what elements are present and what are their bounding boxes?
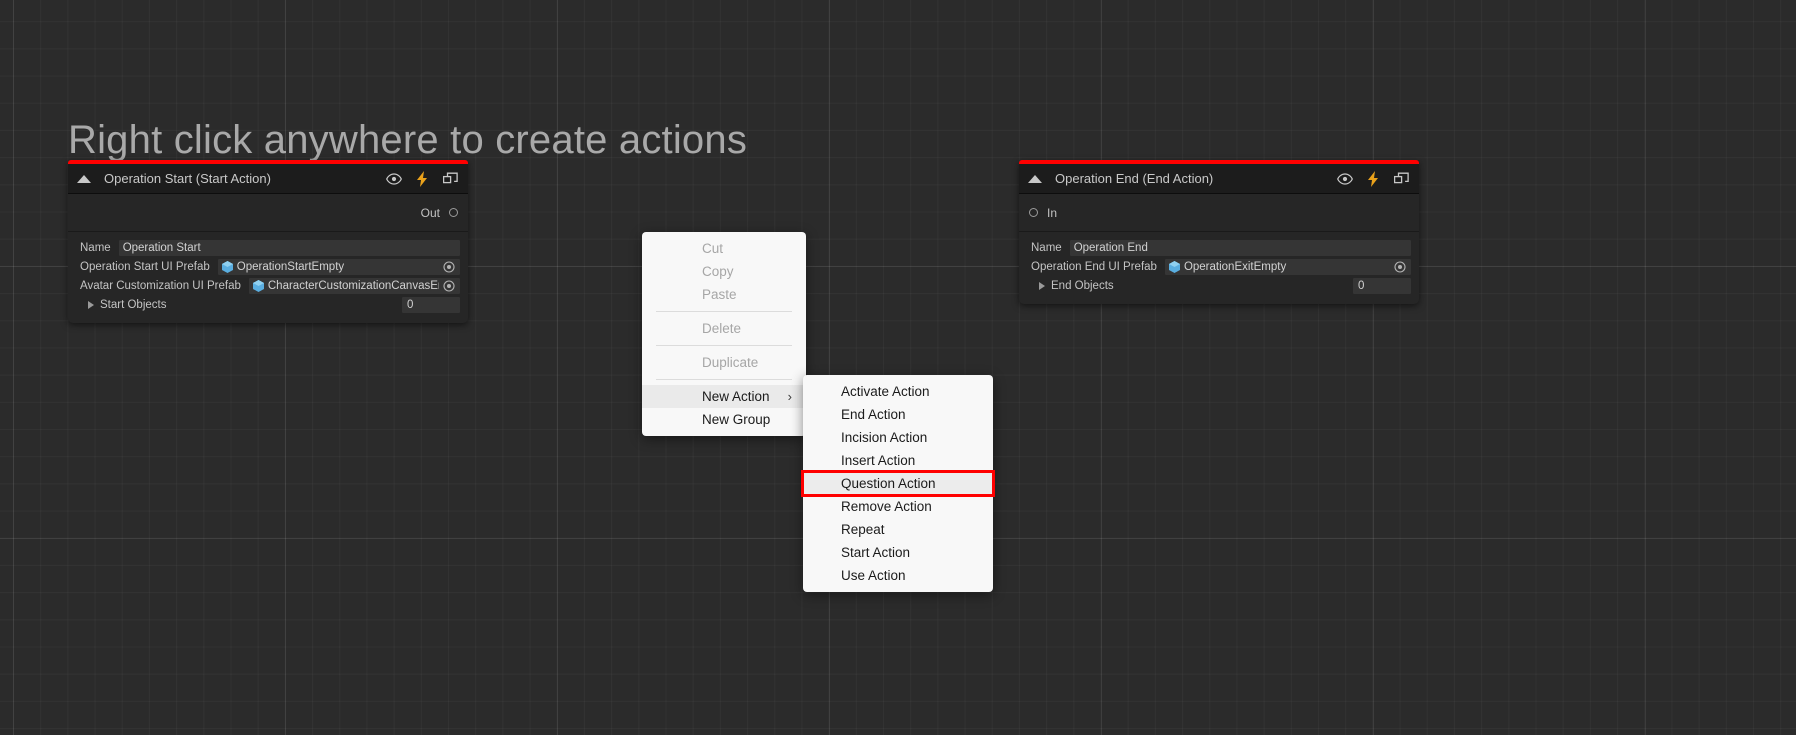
submenu-item-insert-action[interactable]: Insert Action [803, 449, 993, 472]
field-row-operation-end-ui-prefab[interactable]: Operation End UI Prefab OperationExitEmp… [1027, 259, 1411, 275]
object-field[interactable]: CharacterCustomizationCanvasEmp [249, 278, 460, 294]
menu-item-label: Incision Action [841, 430, 927, 445]
submenu-item-remove-action[interactable]: Remove Action [803, 495, 993, 518]
submenu-item-repeat[interactable]: Repeat [803, 518, 993, 541]
port-label-out: Out [421, 206, 440, 220]
node-output-port-row[interactable]: Out [68, 194, 468, 232]
menu-item-label: Question Action [841, 476, 936, 491]
object-field[interactable]: OperationStartEmpty [218, 259, 460, 275]
node-link-icon[interactable] [443, 172, 458, 186]
canvas-hint-text: Right click anywhere to create actions [68, 118, 747, 163]
object-picker-icon[interactable] [442, 260, 456, 274]
node-body: Name Operation Start Operation Start UI … [68, 232, 468, 323]
prefab-cube-icon [222, 261, 233, 273]
prefab-cube-icon [1169, 261, 1180, 273]
menu-item-label: Copy [702, 264, 734, 279]
menu-item-new-action[interactable]: New Action › [642, 385, 806, 408]
submenu-item-question-action[interactable]: Question Action [803, 472, 993, 495]
node-title: Operation End (End Action) [1055, 171, 1337, 186]
chevron-right-icon: › [788, 390, 792, 403]
object-field-value: CharacterCustomizationCanvasEmp [268, 280, 439, 292]
foldout-end-objects[interactable]: End Objects 0 [1027, 278, 1411, 294]
menu-separator [656, 311, 792, 312]
node-operation-start[interactable]: Operation Start (Start Action) [68, 160, 468, 323]
field-label: Name [1027, 242, 1062, 254]
node-body: Name Operation End Operation End UI Pref… [1019, 232, 1419, 304]
object-picker-icon[interactable] [442, 279, 456, 293]
menu-item-label: Repeat [841, 522, 885, 537]
menu-item-label: Cut [702, 241, 723, 256]
menu-item-label: End Action [841, 407, 906, 422]
context-submenu-new-action[interactable]: Activate Action End Action Incision Acti… [803, 375, 993, 592]
field-label: Operation End UI Prefab [1027, 261, 1157, 273]
menu-item-label: Use Action [841, 568, 906, 583]
node-input-port-row[interactable]: In [1019, 194, 1419, 232]
eye-icon[interactable] [1337, 173, 1353, 185]
menu-item-paste: Paste [642, 283, 806, 306]
foldout-label: Start Objects [100, 299, 402, 311]
field-row-operation-start-ui-prefab[interactable]: Operation Start UI Prefab OperationStart… [76, 259, 460, 275]
menu-item-cut: Cut [642, 237, 806, 260]
submenu-item-end-action[interactable]: End Action [803, 403, 993, 426]
node-title: Operation Start (Start Action) [104, 171, 386, 186]
context-menu[interactable]: Cut Copy Paste Delete Duplicate New Acti… [642, 232, 806, 436]
node-operation-end[interactable]: Operation End (End Action) [1019, 160, 1419, 304]
menu-item-label: Remove Action [841, 499, 932, 514]
menu-item-label: Delete [702, 321, 741, 336]
object-field-value: OperationStartEmpty [237, 261, 439, 273]
submenu-item-use-action[interactable]: Use Action [803, 564, 993, 587]
lightning-icon[interactable] [417, 171, 428, 187]
menu-item-label: Start Action [841, 545, 910, 560]
field-label: Avatar Customization UI Prefab [76, 280, 241, 292]
submenu-item-activate-action[interactable]: Activate Action [803, 380, 993, 403]
name-input[interactable]: Operation Start [119, 240, 460, 256]
object-picker-icon[interactable] [1393, 260, 1407, 274]
field-row-name[interactable]: Name Operation End [1027, 240, 1411, 256]
eye-icon[interactable] [386, 173, 402, 185]
foldout-label: End Objects [1051, 280, 1353, 292]
chevron-right-icon[interactable] [88, 301, 94, 309]
field-label: Name [76, 242, 111, 254]
menu-item-duplicate: Duplicate [642, 351, 806, 374]
foldout-count[interactable]: 0 [1353, 278, 1411, 294]
menu-item-label: Activate Action [841, 384, 930, 399]
menu-item-label: Duplicate [702, 355, 758, 370]
object-field-value: OperationExitEmpty [1184, 261, 1390, 273]
field-row-name[interactable]: Name Operation Start [76, 240, 460, 256]
prefab-cube-icon [253, 280, 264, 292]
submenu-item-start-action[interactable]: Start Action [803, 541, 993, 564]
collapse-arrow-icon[interactable] [77, 175, 91, 183]
foldout-start-objects[interactable]: Start Objects 0 [76, 297, 460, 313]
node-link-icon[interactable] [1394, 172, 1409, 186]
input-port-dot[interactable] [1029, 208, 1038, 217]
port-label-in: In [1047, 206, 1057, 220]
menu-item-label: New Group [702, 412, 770, 427]
lightning-icon[interactable] [1368, 171, 1379, 187]
object-field[interactable]: OperationExitEmpty [1165, 259, 1411, 275]
field-row-avatar-customization-ui-prefab[interactable]: Avatar Customization UI Prefab Character… [76, 278, 460, 294]
node-header[interactable]: Operation Start (Start Action) [68, 164, 468, 194]
node-header-icons [386, 171, 458, 187]
output-port-dot[interactable] [449, 208, 458, 217]
chevron-right-icon[interactable] [1039, 282, 1045, 290]
node-graph-canvas[interactable] [0, 0, 1796, 735]
node-header[interactable]: Operation End (End Action) [1019, 164, 1419, 194]
menu-separator [656, 345, 792, 346]
menu-item-label: New Action [702, 389, 770, 404]
menu-separator [656, 379, 792, 380]
menu-item-copy: Copy [642, 260, 806, 283]
foldout-count[interactable]: 0 [402, 297, 460, 313]
node-header-icons [1337, 171, 1409, 187]
field-label: Operation Start UI Prefab [76, 261, 210, 273]
menu-item-label: Paste [702, 287, 737, 302]
menu-item-label: Insert Action [841, 453, 915, 468]
name-input[interactable]: Operation End [1070, 240, 1411, 256]
submenu-item-incision-action[interactable]: Incision Action [803, 426, 993, 449]
collapse-arrow-icon[interactable] [1028, 175, 1042, 183]
menu-item-delete: Delete [642, 317, 806, 340]
menu-item-new-group[interactable]: New Group [642, 408, 806, 431]
